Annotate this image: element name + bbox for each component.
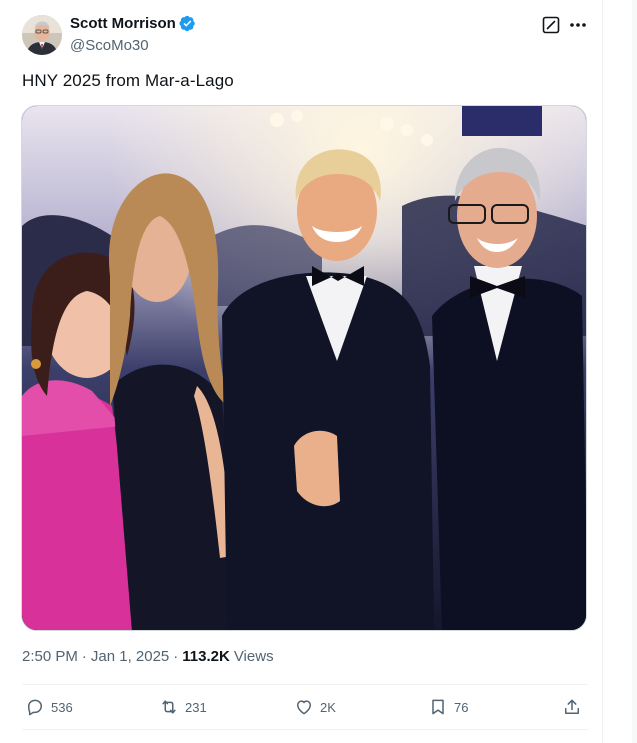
reply-button[interactable]: 536 [25, 693, 73, 721]
views-count: 113.2K [182, 648, 230, 665]
right-sidebar-edge [632, 0, 637, 743]
repost-count: 231 [185, 699, 207, 715]
author-avatar[interactable] [22, 15, 62, 55]
post-date[interactable]: Jan 1, 2025 [91, 648, 169, 665]
divider [22, 684, 588, 685]
post-media-photo[interactable] [21, 105, 587, 631]
post-time[interactable]: 2:50 PM [22, 648, 78, 665]
like-button[interactable]: 2K [294, 693, 336, 721]
meta-separator: · [81, 648, 87, 665]
bookmark-count: 76 [454, 699, 469, 715]
action-bar: 536 231 2K 76 [22, 693, 588, 721]
bookmark-icon [432, 699, 444, 715]
reply-count: 536 [51, 699, 73, 715]
repost-button[interactable]: 231 [159, 693, 207, 721]
post-text: HNY 2025 from Mar-a-Lago [22, 71, 234, 90]
share-button[interactable] [562, 693, 582, 721]
grok-icon[interactable] [542, 16, 560, 34]
bookmark-button[interactable]: 76 [428, 693, 468, 721]
heart-icon [297, 700, 311, 715]
post-detail-column: Scott Morrison @ScoMo30 HNY 2025 from Ma… [0, 0, 603, 743]
post-metadata: 2:50 PM · Jan 1, 2025 · 113.2K Views [22, 648, 274, 665]
meta-separator: · [173, 648, 179, 665]
like-count: 2K [320, 699, 336, 715]
author-display-name[interactable]: Scott Morrison [70, 15, 176, 32]
share-icon [565, 699, 579, 714]
avatar-image [22, 15, 62, 55]
verified-badge-icon[interactable] [179, 15, 196, 32]
author-handle[interactable]: @ScoMo30 [70, 37, 149, 54]
reply-icon [28, 699, 42, 716]
repost-icon [162, 700, 176, 714]
event-photo [22, 106, 586, 630]
divider [22, 729, 588, 730]
views-label: Views [233, 648, 274, 665]
more-icon[interactable] [567, 14, 589, 36]
